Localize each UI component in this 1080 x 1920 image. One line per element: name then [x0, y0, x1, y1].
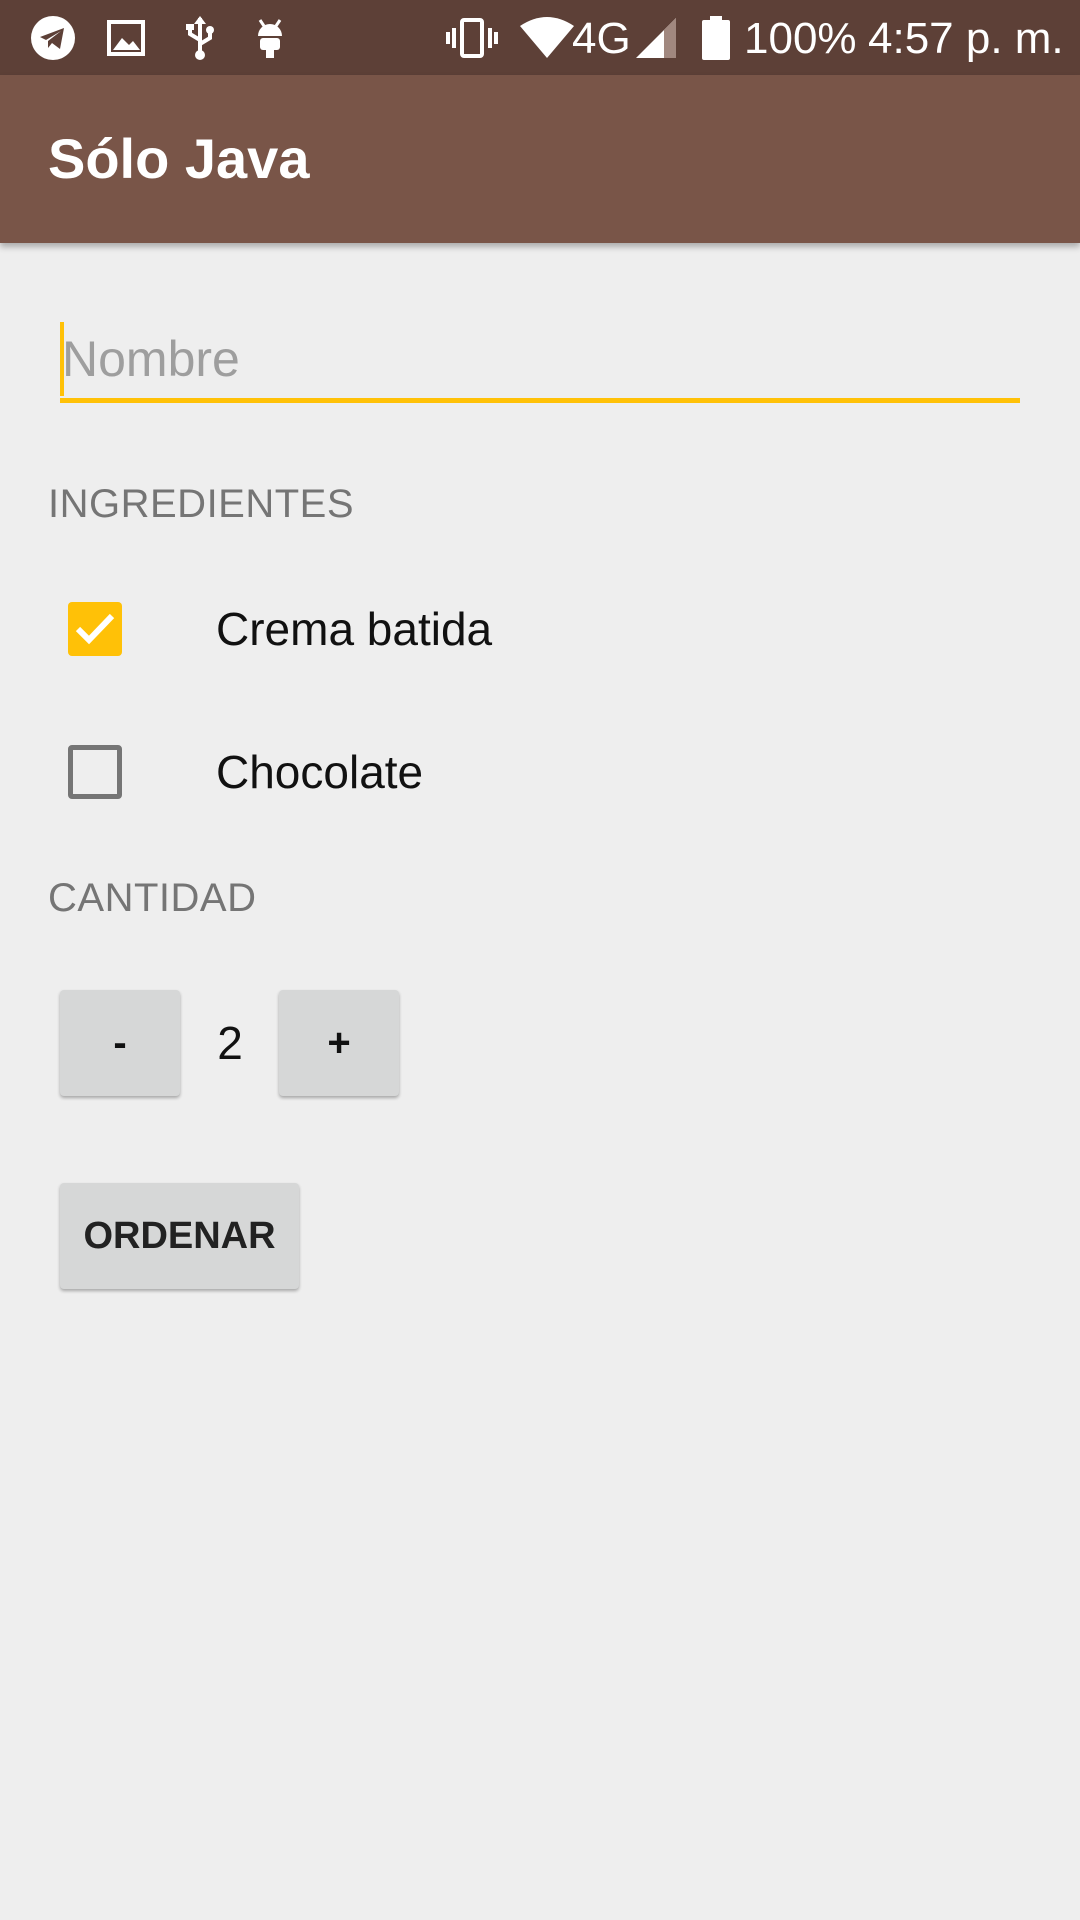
- name-input[interactable]: [60, 318, 1020, 400]
- check-icon: [75, 613, 115, 645]
- image-icon: [107, 20, 145, 56]
- wifi-icon: [520, 17, 574, 58]
- app-bar: Sólo Java: [0, 75, 1080, 243]
- quantity-label: CANTIDAD: [48, 876, 257, 920]
- order-button[interactable]: ORDENAR: [60, 1183, 299, 1289]
- app-title: Sólo Java: [48, 127, 310, 190]
- usb-icon: [186, 16, 214, 60]
- status-bar: 4G 100% 4:57 p. m.: [0, 0, 1080, 75]
- whipped-cream-label: Crema batida: [216, 603, 493, 655]
- quantity-value: 2: [217, 1017, 243, 1069]
- signal-icon: [636, 18, 676, 58]
- decrement-button[interactable]: -: [60, 990, 180, 1096]
- increment-button[interactable]: +: [279, 990, 399, 1096]
- name-field[interactable]: [60, 318, 1020, 404]
- ingredients-label: INGREDIENTES: [48, 482, 355, 526]
- chocolate-label: Chocolate: [216, 746, 424, 798]
- name-field-underline: [60, 398, 1020, 403]
- battery-icon: [702, 16, 730, 60]
- telegram-icon: [31, 16, 75, 60]
- vibrate-icon: [446, 18, 498, 58]
- whipped-cream-checkbox[interactable]: [68, 602, 122, 656]
- battery-percent: 100%: [744, 14, 857, 63]
- text-cursor: [60, 322, 64, 396]
- android-icon: [258, 19, 282, 58]
- status-time: 4:57 p. m.: [868, 14, 1064, 63]
- topping-whipped-cream[interactable]: Crema batida: [48, 574, 748, 684]
- chocolate-checkbox[interactable]: [68, 745, 122, 799]
- network-type-label: 4G: [572, 14, 631, 63]
- topping-chocolate[interactable]: Chocolate: [48, 717, 748, 827]
